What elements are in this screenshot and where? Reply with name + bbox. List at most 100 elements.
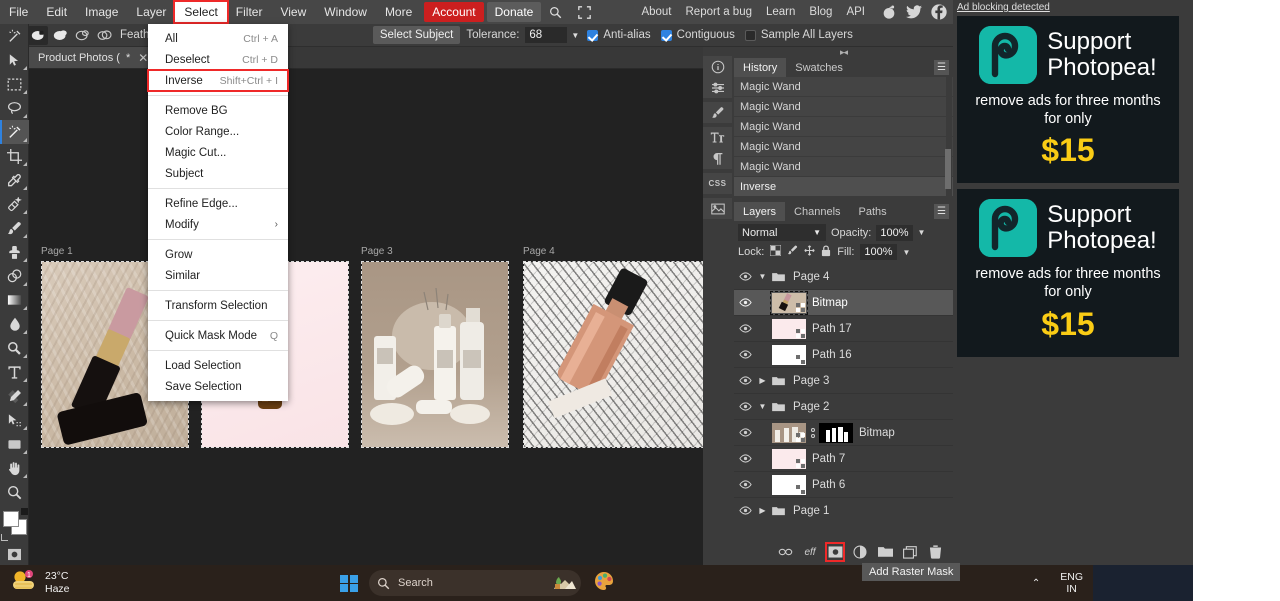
- menu-item-magic-cut[interactable]: Magic Cut...: [148, 142, 288, 163]
- delete-layer-button[interactable]: [927, 544, 943, 560]
- anti-alias-checkbox[interactable]: Anti-alias: [585, 29, 658, 41]
- layer-row-page-3[interactable]: ▶ Page 3: [734, 368, 953, 394]
- crop-tool-icon[interactable]: [0, 144, 29, 168]
- rectangle-select-tool-icon[interactable]: [0, 72, 29, 96]
- panel-menu-icon[interactable]: ☰: [934, 60, 949, 75]
- layer-thumbnail[interactable]: [772, 423, 806, 443]
- menu-window[interactable]: Window: [315, 2, 376, 22]
- layer-row-path-6[interactable]: Path 6: [734, 472, 953, 498]
- ad-blocking-notice[interactable]: Ad blocking detected: [953, 0, 1193, 16]
- subtract-selection-icon[interactable]: [72, 26, 92, 45]
- clone-stamp-tool-icon[interactable]: [0, 240, 29, 264]
- tab-layers[interactable]: Layers: [734, 202, 785, 221]
- menu-file[interactable]: File: [0, 2, 37, 22]
- document-tab[interactable]: Product Photos ( * ✕: [29, 47, 156, 68]
- layer-effects-button[interactable]: eff: [802, 544, 818, 560]
- new-layer-button[interactable]: [902, 544, 918, 560]
- search-icon[interactable]: [541, 4, 570, 21]
- magic-wand-tool-icon[interactable]: [0, 120, 29, 144]
- link-blog[interactable]: Blog: [802, 3, 839, 21]
- tab-paths[interactable]: Paths: [850, 202, 896, 221]
- magic-wand-top-icon[interactable]: [0, 24, 29, 48]
- facebook-icon[interactable]: [931, 4, 947, 20]
- history-entry[interactable]: Magic Wand: [734, 97, 953, 117]
- opacity-input[interactable]: 100%: [876, 225, 912, 241]
- menu-layer[interactable]: Layer: [127, 2, 175, 22]
- canvas-area[interactable]: Page 1 Page 3 Page 4: [29, 69, 703, 565]
- twitter-icon[interactable]: [906, 5, 922, 19]
- panel-menu-icon[interactable]: ☰: [934, 204, 949, 219]
- menu-item-inverse[interactable]: Inverse Shift+Ctrl + I: [148, 70, 288, 91]
- group-expand-icon[interactable]: ▼: [756, 272, 769, 281]
- sample-all-layers-checkbox[interactable]: Sample All Layers: [743, 29, 861, 41]
- layer-visibility-icon[interactable]: [734, 298, 756, 307]
- menu-item-subject[interactable]: Subject: [148, 163, 288, 184]
- layer-thumbnail[interactable]: [772, 319, 806, 339]
- link-learn[interactable]: Learn: [759, 3, 802, 21]
- adjustments-panel-icon[interactable]: [703, 77, 732, 98]
- foreground-color-swatch[interactable]: [3, 511, 19, 527]
- menu-item-grow[interactable]: Grow: [148, 244, 288, 265]
- layer-visibility-icon[interactable]: [734, 428, 756, 437]
- path-select-tool-icon[interactable]: [0, 408, 29, 432]
- contiguous-check-icon[interactable]: [661, 30, 672, 41]
- info-panel-icon[interactable]: [703, 56, 732, 77]
- layer-row-page-4[interactable]: ▼ Page 4: [734, 264, 953, 290]
- collapse-panel-icon[interactable]: ▸◂: [734, 47, 953, 58]
- layer-thumbnail[interactable]: [772, 475, 806, 495]
- history-list[interactable]: Magic Wand Magic Wand Magic Wand Magic W…: [734, 77, 953, 199]
- css-panel-icon[interactable]: CSS: [703, 173, 732, 194]
- layer-visibility-icon[interactable]: [734, 454, 756, 463]
- layer-row-path-7[interactable]: Path 7: [734, 446, 953, 472]
- adjustment-layer-button[interactable]: [852, 544, 868, 560]
- intersect-selection-icon[interactable]: [94, 26, 114, 45]
- fill-input[interactable]: 100%: [860, 244, 896, 260]
- menu-item-similar[interactable]: Similar: [148, 265, 288, 286]
- layer-list[interactable]: ▼ Page 4 Bitmap: [734, 264, 953, 519]
- menu-edit[interactable]: Edit: [37, 2, 76, 22]
- add-raster-mask-button[interactable]: [827, 544, 843, 560]
- eyedropper-tool-icon[interactable]: [0, 168, 29, 192]
- spot-heal-tool-icon[interactable]: [0, 192, 29, 216]
- dodge-tool-icon[interactable]: [0, 336, 29, 360]
- ad-card[interactable]: Support Photopea! remove ads for three m…: [957, 16, 1179, 183]
- history-entry-current[interactable]: Inverse: [734, 177, 953, 197]
- link-about[interactable]: About: [634, 3, 678, 21]
- group-collapse-icon[interactable]: ▶: [756, 506, 769, 515]
- layer-mask-thumbnail[interactable]: [819, 423, 853, 443]
- layer-visibility-icon[interactable]: [734, 272, 756, 281]
- layer-row-path-16[interactable]: Path 16: [734, 342, 953, 368]
- layer-visibility-icon[interactable]: [734, 324, 756, 333]
- lock-paint-icon[interactable]: [787, 245, 798, 259]
- menu-item-quick-mask-mode[interactable]: Quick Mask Mode Q: [148, 325, 288, 346]
- language-indicator[interactable]: ENG IN: [1050, 571, 1093, 595]
- layer-row-bitmap-page2[interactable]: Bitmap: [734, 420, 953, 446]
- history-entry[interactable]: Magic Wand: [734, 157, 953, 177]
- menu-select[interactable]: Select: [175, 2, 226, 22]
- menu-item-color-range[interactable]: Color Range...: [148, 121, 288, 142]
- blend-mode-select[interactable]: Normal ▼: [738, 224, 826, 241]
- brush-tool-icon[interactable]: [0, 216, 29, 240]
- artboard-page-3[interactable]: [361, 261, 509, 448]
- history-entry[interactable]: Magic Wand: [734, 137, 953, 157]
- lock-all-icon[interactable]: [821, 245, 831, 260]
- menu-filter[interactable]: Filter: [227, 2, 272, 22]
- tolerance-input[interactable]: 68: [525, 27, 567, 43]
- select-subject-button[interactable]: Select Subject: [373, 26, 461, 44]
- tolerance-dropdown-icon[interactable]: ▼: [567, 31, 585, 40]
- account-button[interactable]: Account: [424, 2, 483, 22]
- windows-start-icon[interactable]: [340, 575, 357, 592]
- layer-visibility-icon[interactable]: [734, 376, 756, 385]
- character-panel-icon[interactable]: [703, 127, 732, 148]
- tab-history[interactable]: History: [734, 58, 786, 77]
- taskbar-search-box[interactable]: Search: [369, 570, 581, 596]
- menu-item-deselect[interactable]: Deselect Ctrl + D: [148, 49, 288, 70]
- layer-thumbnail[interactable]: [772, 449, 806, 469]
- hand-tool-icon[interactable]: [0, 456, 29, 480]
- menu-item-refine-edge[interactable]: Refine Edge...: [148, 193, 288, 214]
- shape-tool-icon[interactable]: [0, 432, 29, 456]
- history-entry[interactable]: Magic Wand: [734, 117, 953, 137]
- quick-mask-icon[interactable]: [0, 542, 29, 566]
- menu-image[interactable]: Image: [76, 2, 127, 22]
- weather-widget[interactable]: 1 23°C Haze: [0, 570, 70, 597]
